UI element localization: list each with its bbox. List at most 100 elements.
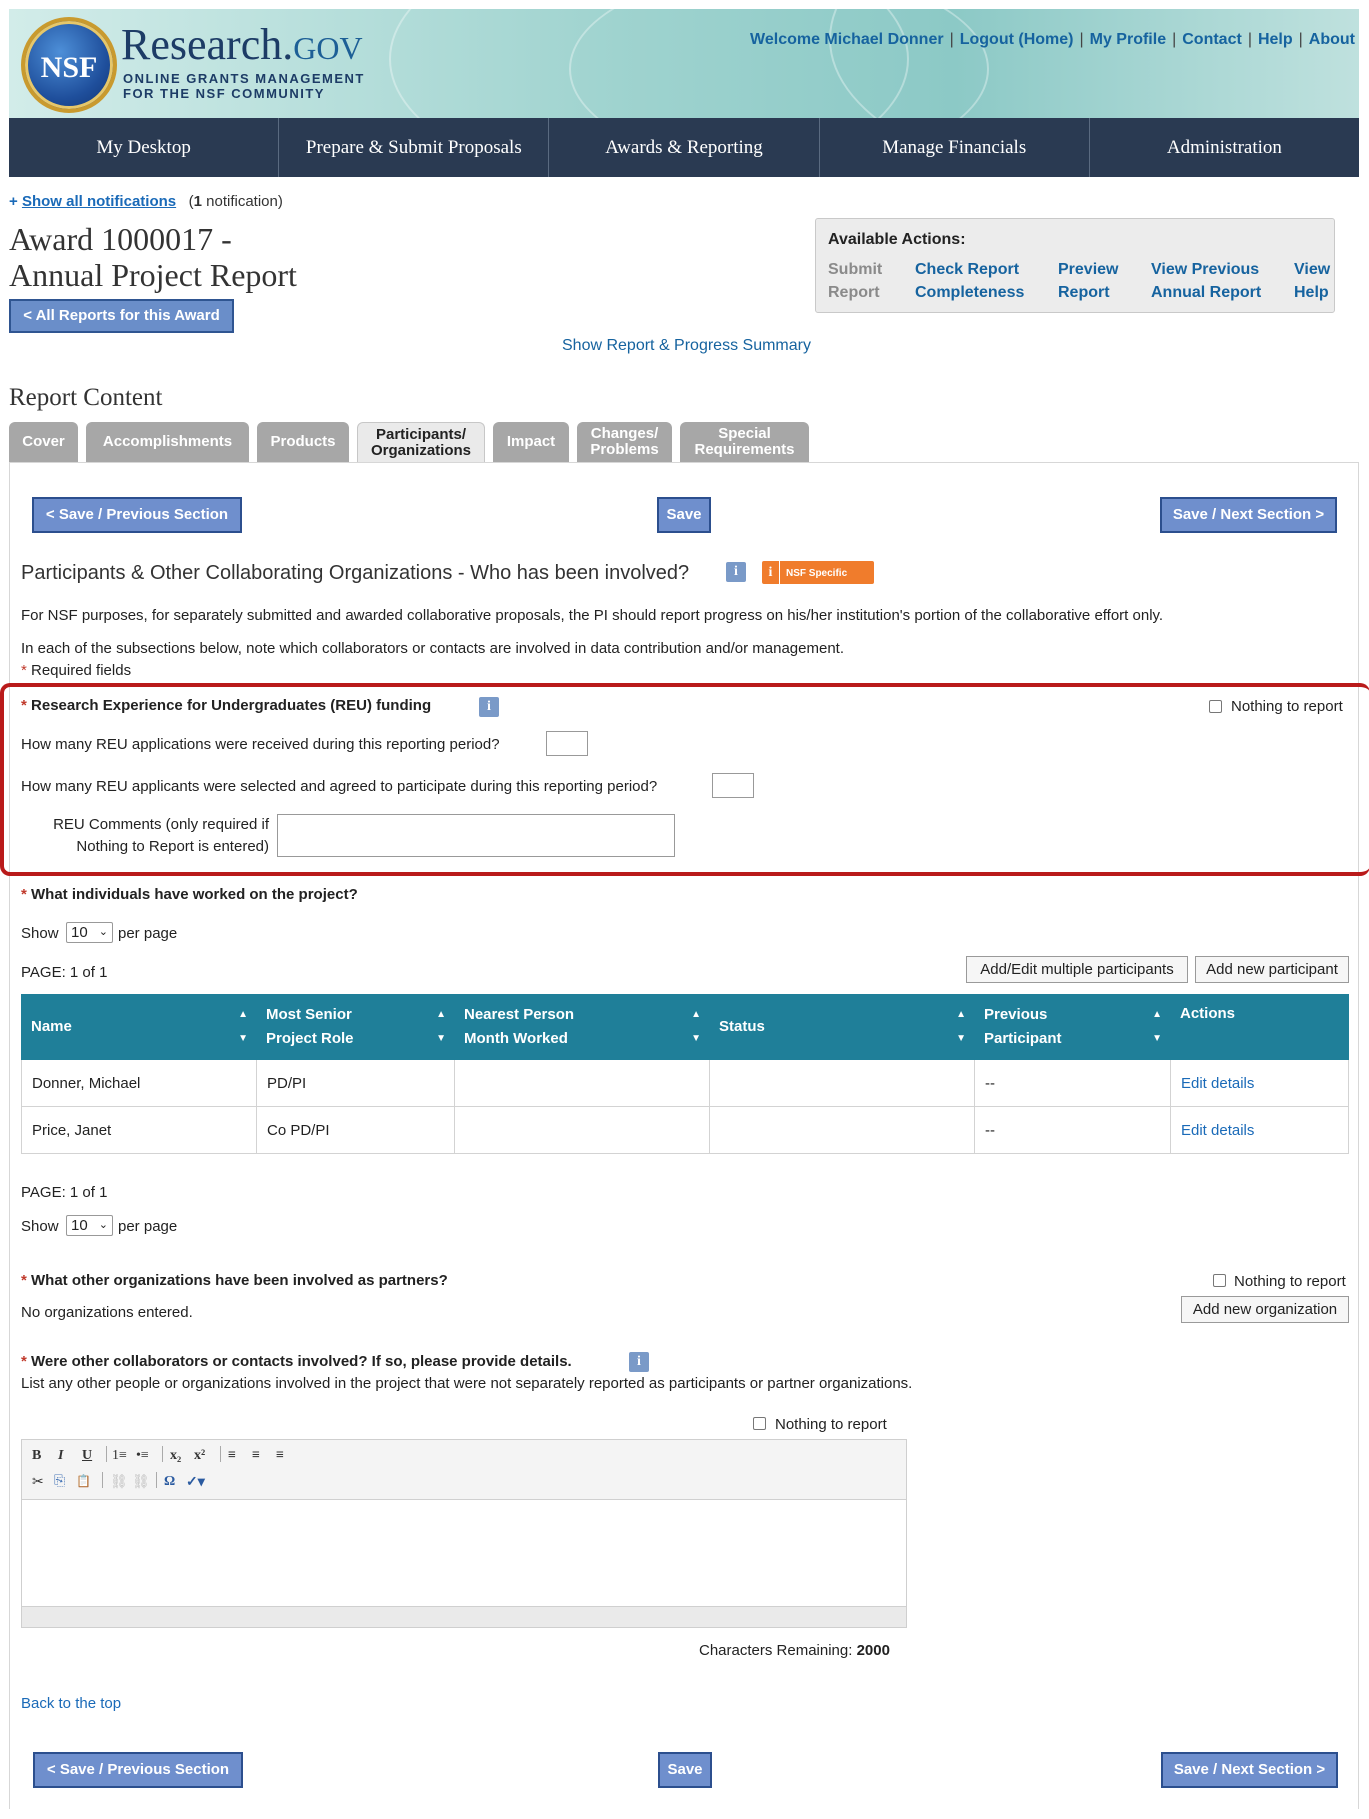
page: NSF Research.GOV ONLINE GRANTS MANAGEMEN…	[0, 9, 1369, 1809]
tab-changes-problems[interactable]: Changes/Problems	[577, 422, 672, 462]
top-links: Welcome Michael Donner | Logout (Home) | My …	[750, 31, 1355, 48]
cell-status	[709, 1107, 974, 1154]
tab-participants-organizations[interactable]: Participants/Organizations	[357, 422, 485, 463]
subscript-icon[interactable]: x₂	[170, 1448, 181, 1464]
cell-name: Donner, Michael	[21, 1060, 256, 1107]
save-next-section-button[interactable]: Save / Next Section >	[1160, 497, 1337, 533]
align-right-icon[interactable]: ≡	[276, 1448, 284, 1464]
section-title: Participants & Other Collaborating Organ…	[21, 562, 690, 584]
tab-special-requirements[interactable]: Special Requirements	[680, 422, 809, 462]
my-profile-link[interactable]: My Profile	[1090, 31, 1166, 48]
edit-details-link[interactable]: Edit details	[1170, 1107, 1349, 1154]
align-left-icon[interactable]: ≡	[228, 1448, 236, 1464]
link-icon[interactable]: ⛓	[110, 1474, 128, 1491]
show-all-notifications-link[interactable]: Show all notifications	[22, 193, 176, 210]
column-status[interactable]: Status ▲ ▼	[709, 994, 974, 1060]
help-link[interactable]: Help	[1258, 31, 1293, 48]
welcome-link[interactable]: Welcome Michael Donner	[750, 31, 944, 48]
reu-comments-textarea[interactable]	[277, 814, 675, 857]
nsf-specific-label: NSF Specific	[786, 568, 848, 579]
unlink-icon[interactable]: ⛓	[132, 1474, 150, 1491]
numbered-list-icon[interactable]: 1≡	[112, 1448, 127, 1464]
available-actions-label: Available Actions:	[828, 231, 966, 248]
column-nearest-person-month[interactable]: Nearest Person Month Worked ▲ ▼	[454, 994, 709, 1060]
view-help-action[interactable]: View Help	[1294, 258, 1330, 304]
reu-applications-input[interactable]	[546, 731, 588, 756]
cell-month	[454, 1107, 709, 1154]
save-button-bottom[interactable]: Save	[658, 1752, 712, 1788]
show-report-summary-link[interactable]: Show Report & Progress Summary	[562, 337, 811, 355]
per-page-select[interactable]: 10 ⌄	[66, 922, 113, 943]
tab-cover[interactable]: Cover	[9, 422, 78, 462]
info-icon[interactable]: i	[726, 562, 746, 582]
italic-icon[interactable]: I	[58, 1448, 63, 1464]
collaborators-rich-text-editor: B I U 1≡ •≡ x₂ x² ≡ ≡ ≡ ✂ ⎘ 📋 ⛓ ⛓ Ω ✓▾	[21, 1439, 907, 1628]
per-page-select-bottom[interactable]: 10 ⌄	[66, 1215, 113, 1236]
check-report-completeness-action[interactable]: Check Report Completeness	[915, 258, 1024, 304]
collaborators-title: * Were other collaborators or contacts i…	[21, 1353, 572, 1370]
cell-role: PD/PI	[256, 1060, 454, 1107]
per-page-label-bottom: per page	[118, 1218, 178, 1235]
tab-impact[interactable]: Impact	[493, 422, 569, 462]
save-previous-section-button[interactable]: < Save / Previous Section	[32, 497, 242, 533]
plus-icon[interactable]: +	[9, 193, 18, 210]
tab-products[interactable]: Products	[257, 422, 349, 462]
info-icon[interactable]: i	[479, 697, 499, 717]
nav-manage-financials[interactable]: Manage Financials	[820, 118, 1090, 177]
info-icon[interactable]: i	[629, 1352, 649, 1372]
column-actions: Actions	[1180, 1005, 1236, 1022]
edit-details-link[interactable]: Edit details	[1170, 1060, 1349, 1107]
reu-applications-question: How many REU applications were received …	[21, 736, 500, 753]
nsf-specific-badge[interactable]: i NSF Specific	[762, 561, 874, 584]
bold-icon[interactable]: B	[32, 1448, 41, 1464]
add-edit-multiple-participants-button[interactable]: Add/Edit multiple participants	[966, 956, 1188, 983]
nav-awards-reporting[interactable]: Awards & Reporting	[549, 118, 820, 177]
save-previous-section-button-bottom[interactable]: < Save / Previous Section	[33, 1752, 243, 1788]
notification-count-label: notification)	[201, 193, 283, 210]
save-button[interactable]: Save	[657, 497, 711, 533]
cut-icon[interactable]: ✂	[32, 1474, 44, 1491]
view-previous-annual-report-action[interactable]: View Previous Annual Report	[1151, 258, 1261, 304]
column-name[interactable]: Name ▲ ▼	[21, 994, 256, 1060]
bulleted-list-icon[interactable]: •≡	[136, 1448, 149, 1464]
about-link[interactable]: About	[1309, 31, 1355, 48]
add-new-participant-button[interactable]: Add new participant	[1195, 956, 1349, 983]
reu-selected-input[interactable]	[712, 773, 754, 798]
collaborators-nothing-to-report-checkbox[interactable]	[753, 1417, 766, 1430]
nav-prepare-submit-proposals[interactable]: Prepare & Submit Proposals	[279, 118, 550, 177]
section-para-collaborative: For NSF purposes, for separately submitt…	[21, 607, 1164, 624]
tab-accomplishments[interactable]: Accomplishments	[86, 422, 249, 462]
back-to-top-link[interactable]: Back to the top	[21, 1695, 121, 1712]
nav-my-desktop[interactable]: My Desktop	[9, 118, 280, 177]
superscript-icon[interactable]: x²	[194, 1448, 205, 1464]
award-title-line1: Award 1000017 -	[9, 221, 232, 257]
nsf-seal-logo[interactable]: NSF	[21, 17, 117, 113]
table-row: Donner, Michael PD/PI -- Edit details	[21, 1060, 1349, 1107]
cell-role: Co PD/PI	[256, 1107, 454, 1154]
site-name[interactable]: Research.GOV	[121, 19, 363, 70]
add-new-organization-button[interactable]: Add new organization	[1181, 1296, 1349, 1323]
contact-link[interactable]: Contact	[1182, 31, 1242, 48]
organizations-nothing-to-report-checkbox[interactable]	[1213, 1274, 1226, 1287]
copy-icon[interactable]: ⎘	[54, 1474, 65, 1490]
all-reports-button[interactable]: < All Reports for this Award	[9, 299, 234, 333]
reu-nothing-to-report-checkbox[interactable]	[1209, 700, 1222, 713]
save-next-section-button-bottom[interactable]: Save / Next Section >	[1161, 1752, 1338, 1788]
show-label: Show	[21, 925, 59, 942]
special-character-icon[interactable]: Ω	[164, 1474, 175, 1490]
editor-status-bar	[22, 1606, 906, 1627]
reu-selected-question: How many REU applicants were selected an…	[21, 778, 658, 795]
column-previous-participant[interactable]: Previous Participant ▲ ▼	[974, 994, 1170, 1060]
tagline-line1: ONLINE GRANTS MANAGEMENT	[123, 71, 365, 86]
align-center-icon[interactable]: ≡	[252, 1448, 260, 1464]
column-most-senior-project-role[interactable]: Most Senior Project Role ▲ ▼	[256, 994, 454, 1060]
logout-link[interactable]: Logout (Home)	[960, 31, 1074, 48]
preview-report-action[interactable]: Preview Report	[1058, 258, 1118, 304]
nav-administration[interactable]: Administration	[1090, 118, 1359, 177]
tagline-line2: FOR THE NSF COMMUNITY	[123, 86, 325, 101]
spellcheck-icon[interactable]: ✓▾	[186, 1474, 205, 1491]
paste-icon[interactable]: 📋	[76, 1474, 91, 1489]
underline-icon[interactable]: U	[82, 1448, 92, 1464]
sort-icon: ▲ ▼	[436, 1009, 446, 1044]
site-name-tld: GOV	[293, 30, 363, 66]
